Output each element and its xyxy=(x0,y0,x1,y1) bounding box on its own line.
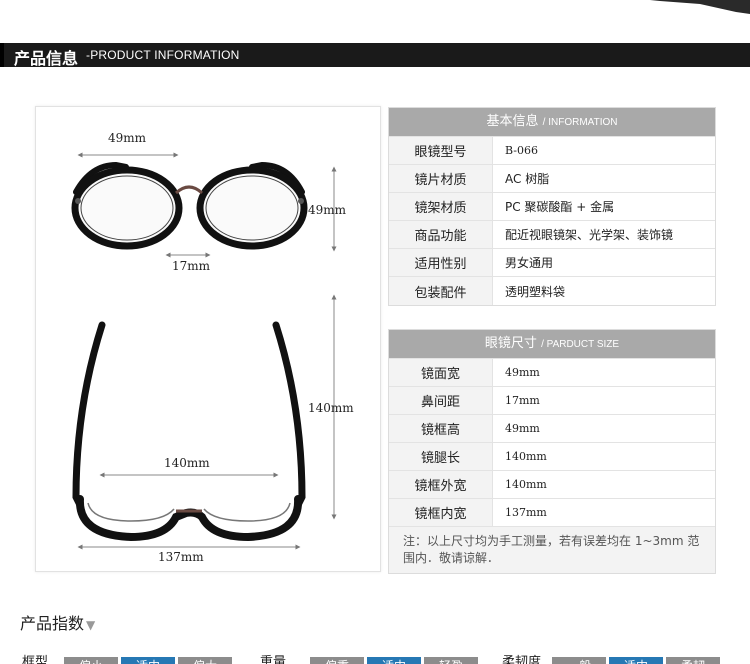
bridge-label: 17mm xyxy=(172,259,211,273)
lens-height-label: 49mm xyxy=(308,203,347,217)
row-label: 适用性别 xyxy=(389,249,493,276)
basic-info-title-en: / INFORMATION xyxy=(542,117,618,128)
section-subtitle: -PRODUCT INFORMATION xyxy=(86,48,240,62)
index-option: 一般 xyxy=(552,657,606,664)
index-option: 轻盈 xyxy=(424,657,478,664)
index-option-active: 适中 xyxy=(121,657,175,664)
size-info-title: 眼镜尺寸 xyxy=(484,336,537,351)
basic-info-title: 基本信息 xyxy=(486,114,539,129)
table-row: 包装配件 透明塑料袋 xyxy=(389,276,715,305)
row-label: 镜框内宽 xyxy=(389,499,493,526)
size-info-title-en: / PARDUCT SIZE xyxy=(541,339,620,350)
row-label: 镜片材质 xyxy=(389,165,493,192)
table-row: 镜腿长 140mm xyxy=(389,442,715,470)
row-label: 商品功能 xyxy=(389,221,493,248)
table-row: 镜面宽 49mm xyxy=(389,358,715,386)
index-option: 偏小 xyxy=(64,657,118,664)
row-value: 男女通用 xyxy=(505,256,554,270)
size-info-header: 眼镜尺寸 / PARDUCT SIZE xyxy=(389,330,715,358)
basic-info-header: 基本信息 / INFORMATION xyxy=(389,108,715,136)
glasses-diagram: 49mm 49mm 17mm 140mm 140mm 137mm xyxy=(35,106,381,572)
row-value: 137mm xyxy=(505,506,547,519)
table-row: 镜架材质 PC 聚碳酸酯 + 金属 xyxy=(389,192,715,220)
basic-info-table: 基本信息 / INFORMATION 眼镜型号 B-066 镜片材质 AC 树脂… xyxy=(388,107,716,306)
index-option-active: 适中 xyxy=(367,657,421,664)
index-option: 偏大 xyxy=(178,657,232,664)
index-label-weight: 重量 xyxy=(260,655,287,664)
table-row: 适用性别 男女通用 xyxy=(389,248,715,276)
index-label-flexibility: 柔韧度 xyxy=(502,655,542,664)
row-value: 配近视眼镜架、光学架、装饰镜 xyxy=(505,228,674,242)
row-label: 眼镜型号 xyxy=(389,137,493,164)
table-row: 镜框内宽 137mm xyxy=(389,498,715,526)
row-value: 140mm xyxy=(505,478,547,491)
table-row: 镜框外宽 140mm xyxy=(389,470,715,498)
row-label: 镜腿长 xyxy=(389,443,493,470)
row-label: 镜面宽 xyxy=(389,359,493,386)
index-option: 偏重 xyxy=(310,657,364,664)
table-row: 鼻间距 17mm xyxy=(389,386,715,414)
table-row: 商品功能 配近视眼镜架、光学架、装饰镜 xyxy=(389,220,715,248)
row-value: 透明塑料袋 xyxy=(505,284,566,299)
row-label: 包装配件 xyxy=(389,277,493,305)
triangle-down-icon: ▼ xyxy=(86,618,96,632)
row-value: 49mm xyxy=(505,422,540,435)
table-row: 眼镜型号 B-066 xyxy=(389,136,715,164)
corner-decoration xyxy=(650,0,750,14)
table-row: 镜框高 49mm xyxy=(389,414,715,442)
index-option-active: 适中 xyxy=(609,657,663,664)
row-label: 镜框高 xyxy=(389,415,493,442)
inner-width-label: 140mm xyxy=(164,456,210,470)
row-value: 140mm xyxy=(505,450,547,463)
section-title: 产品信息 xyxy=(14,49,79,68)
product-index-label: 产品指数 xyxy=(20,614,85,633)
section-header: 产品信息 -PRODUCT INFORMATION xyxy=(0,43,750,68)
index-option: 柔韧 xyxy=(666,657,720,664)
glasses-illustration xyxy=(71,152,337,550)
row-value: AC 树脂 xyxy=(505,172,550,186)
product-index-title: 产品指数 ▼ xyxy=(20,610,95,634)
measurement-note: 注：以上尺寸均为手工测量，若有误差均在 1~3mm 范围内．敬请谅解． xyxy=(389,526,715,573)
table-row: 镜片材质 AC 树脂 xyxy=(389,164,715,192)
frame-width-label: 137mm xyxy=(158,550,204,564)
row-label: 镜架材质 xyxy=(389,193,493,220)
row-label: 镜框外宽 xyxy=(389,471,493,498)
row-value: PC 聚碳酸酯 + 金属 xyxy=(505,200,615,214)
row-value: B-066 xyxy=(505,144,538,157)
row-label: 鼻间距 xyxy=(389,387,493,414)
index-label-frame: 框型 xyxy=(22,655,49,664)
product-index-strip: 框型 偏小 适中 偏大 重量 偏重 适中 轻盈 柔韧度 一般 适中 柔韧 xyxy=(0,654,750,664)
row-value: 17mm xyxy=(505,394,540,407)
temple-length-label: 140mm xyxy=(308,401,354,415)
size-info-table: 眼镜尺寸 / PARDUCT SIZE 镜面宽 49mm 鼻间距 17mm 镜框… xyxy=(388,329,716,574)
row-value: 49mm xyxy=(505,366,540,379)
front-width-label: 49mm xyxy=(108,131,147,145)
